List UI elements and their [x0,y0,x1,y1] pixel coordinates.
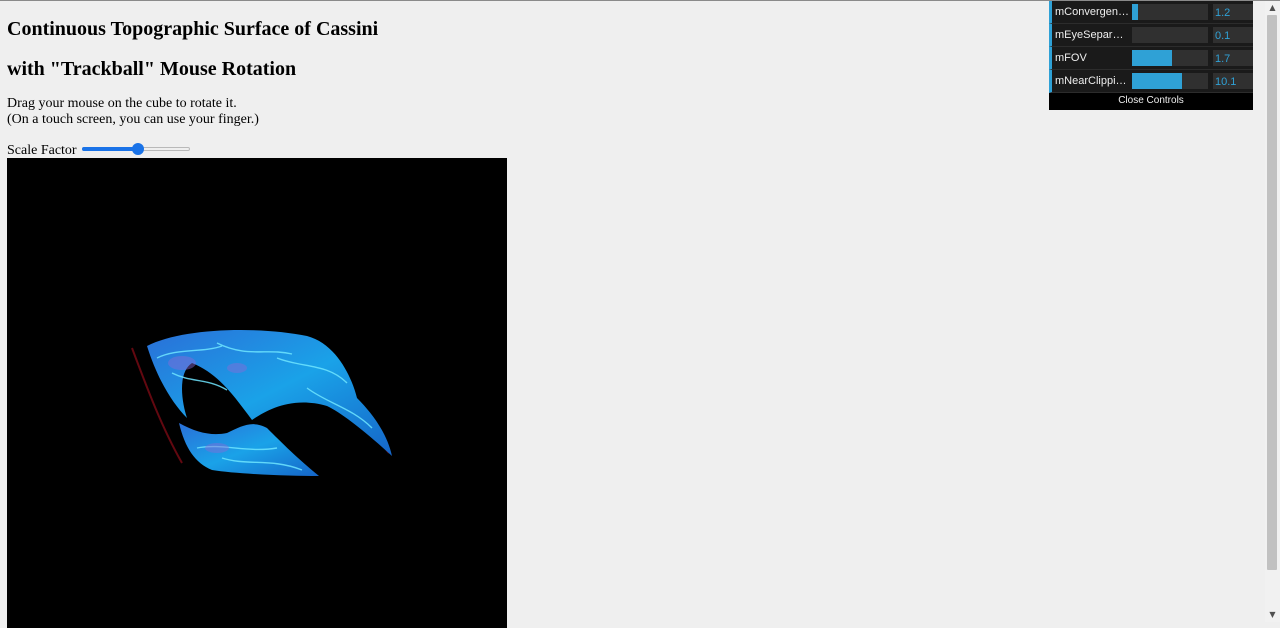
instructions: Drag your mouse on the cube to rotate it… [7,96,259,128]
fov-value-input[interactable]: 1.7 [1213,50,1253,66]
cassini-surface-render [131,330,392,476]
slider-fill [1132,50,1173,66]
page-title-line1: Continuous Topographic Surface of Cassin… [7,18,379,40]
controls-panel: mConvergence 1.2 mEyeSeparation 0.1 mFOV… [1049,1,1253,110]
near-clipping-value-input[interactable]: 10.1 [1213,73,1253,89]
scroll-up-arrow-icon[interactable]: ▲ [1265,1,1280,15]
gui-row-near-clipping: mNearClippingD... 10.1 [1049,70,1253,93]
gui-label: mConvergence [1055,6,1129,18]
close-controls-button[interactable]: Close Controls [1049,93,1253,110]
page-scrollbar[interactable]: ▲ ▼ [1265,1,1280,622]
eye-separation-slider[interactable] [1132,27,1208,43]
instruction-line1: Drag your mouse on the cube to rotate it… [7,96,237,111]
near-clipping-slider[interactable] [1132,73,1208,89]
scale-slider-fill [81,147,138,151]
page-title-line2: with "Trackball" Mouse Rotation [7,58,297,80]
gui-row-eye-separation: mEyeSeparation 0.1 [1049,24,1253,47]
gui-label: mEyeSeparation [1055,29,1129,41]
convergence-slider[interactable] [1132,4,1208,20]
scale-slider-thumb[interactable] [131,143,144,155]
gui-row-convergence: mConvergence 1.2 [1049,1,1253,24]
scroll-thumb[interactable] [1267,15,1277,570]
gui-label: mFOV [1055,52,1087,64]
eye-separation-value-input[interactable]: 0.1 [1213,27,1253,43]
scroll-down-arrow-icon[interactable]: ▼ [1265,608,1280,622]
slider-fill [1132,4,1139,20]
webgl-canvas[interactable] [7,158,507,628]
instruction-line2: (On a touch screen, you can use your fin… [7,112,259,127]
gui-row-fov: mFOV 1.7 [1049,47,1253,70]
scale-factor-slider[interactable] [81,141,190,157]
gui-label: mNearClippingD... [1055,75,1129,87]
convergence-value-input[interactable]: 1.2 [1213,4,1253,20]
slider-fill [1132,73,1183,89]
fov-slider[interactable] [1132,50,1208,66]
